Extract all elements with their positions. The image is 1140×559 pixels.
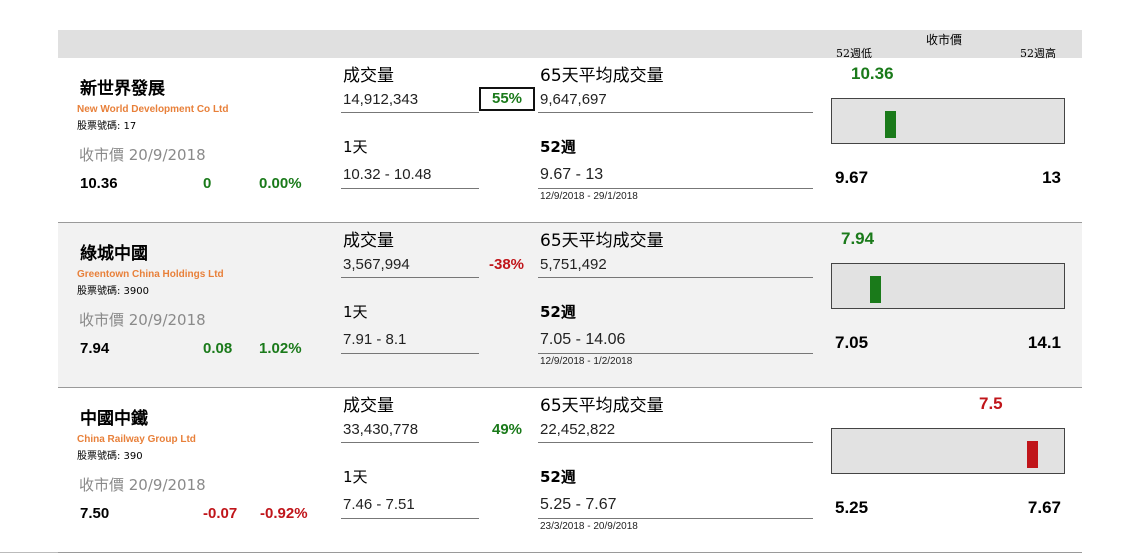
low-52w-value: 9.67	[835, 168, 869, 187]
stock-name-zh[interactable]: 中國中鐵	[80, 404, 148, 429]
day-range-value: 7.91 - 8.1	[343, 331, 407, 348]
range-52w-label: 52週	[540, 138, 576, 156]
price-change-pct: 1.02%	[259, 340, 302, 357]
day-range-label: 1天	[343, 468, 368, 486]
range-52w-label: 52週	[540, 303, 576, 321]
range-52w-value: 7.05 - 14.06	[540, 331, 626, 348]
price-change: 0.08	[203, 340, 233, 357]
low-52w-value: 5.25	[835, 498, 869, 517]
close-date-label: 收市價 20/9/2018	[79, 146, 206, 164]
price-marker	[870, 276, 881, 303]
close-price-header: 收市價	[926, 33, 963, 47]
close-price: 7.50	[80, 505, 110, 522]
stock-code: 股票號碼: 3900	[77, 286, 149, 297]
avg-volume-label: 65天平均成交量	[540, 231, 664, 251]
stock-name-zh[interactable]: 新世界發展	[80, 74, 165, 99]
day-range-value: 10.32 - 10.48	[343, 166, 432, 183]
avg-volume-label: 65天平均成交量	[540, 396, 664, 416]
range-52w-dates: 12/9/2018 - 1/2/2018	[540, 356, 633, 367]
stock-name-en[interactable]: New World Development Co Ltd	[77, 104, 229, 115]
day-range-label: 1天	[343, 303, 368, 321]
high-52w-value: 13	[1042, 168, 1061, 187]
stock-code: 股票號碼: 17	[77, 121, 137, 132]
close-date-label: 收市價 20/9/2018	[79, 476, 206, 494]
range-52w-value: 9.67 - 13	[540, 166, 604, 183]
last-price: 10.36	[851, 64, 894, 83]
volume-label: 成交量	[343, 231, 394, 251]
avg-volume-label: 65天平均成交量	[540, 66, 664, 86]
price-change-pct: 0.00%	[259, 175, 302, 192]
divider	[538, 277, 813, 278]
price-marker	[1027, 441, 1038, 468]
divider	[341, 188, 479, 189]
stock-code: 股票號碼: 390	[77, 451, 143, 462]
table-header: 收市價 52週低 52週高	[58, 30, 1082, 60]
avg-volume-value: 5,751,492	[540, 256, 607, 273]
range-52w-label: 52週	[540, 468, 576, 486]
stock-name-en[interactable]: China Railway Group Ltd	[77, 434, 196, 445]
last-price: 7.94	[841, 229, 875, 248]
range-52w-bar	[831, 428, 1065, 474]
volume-value: 14,912,343	[343, 91, 419, 108]
divider	[538, 353, 813, 354]
price-change: 0	[203, 175, 212, 192]
stock-row: 中國中鐵 China Railway Group Ltd 股票號碼: 390 收…	[58, 388, 1082, 553]
high-52w-value: 14.1	[1027, 333, 1061, 352]
range-52w-value: 5.25 - 7.67	[540, 496, 617, 513]
divider	[341, 112, 479, 113]
divider	[341, 353, 479, 354]
range-52w-bar	[831, 263, 1065, 309]
price-change-pct: -0.92%	[260, 505, 308, 522]
low-52w-value: 7.05	[835, 333, 869, 352]
volume-ratio: 55%	[479, 87, 535, 111]
divider	[341, 442, 479, 443]
close-price: 7.94	[80, 340, 110, 357]
stock-name-zh[interactable]: 綠城中國	[80, 239, 148, 264]
divider	[341, 277, 479, 278]
last-price: 7.5	[979, 394, 1003, 413]
range-52w-dates: 12/9/2018 - 29/1/2018	[540, 191, 638, 202]
divider	[538, 112, 813, 113]
divider	[538, 188, 813, 189]
volume-ratio: 49%	[492, 421, 523, 438]
high-52w-value: 7.67	[1027, 498, 1061, 517]
avg-volume-value: 22,452,822	[540, 421, 616, 438]
volume-value: 33,430,778	[343, 421, 419, 438]
stock-name-en[interactable]: Greentown China Holdings Ltd	[77, 269, 224, 280]
stock-row: 新世界發展 New World Development Co Ltd 股票號碼:…	[58, 58, 1082, 223]
divider	[341, 518, 479, 519]
stock-row: 綠城中國 Greentown China Holdings Ltd 股票號碼: …	[58, 223, 1082, 388]
volume-ratio: -38%	[489, 256, 525, 273]
price-marker	[885, 111, 896, 138]
close-date-label: 收市價 20/9/2018	[79, 311, 206, 329]
volume-label: 成交量	[343, 396, 394, 416]
day-range-value: 7.46 - 7.51	[343, 496, 415, 513]
volume-value: 3,567,994	[343, 256, 410, 273]
price-change: -0.07	[203, 505, 238, 522]
divider	[538, 442, 813, 443]
avg-volume-value: 9,647,697	[540, 91, 607, 108]
range-52w-bar	[831, 98, 1065, 144]
day-range-label: 1天	[343, 138, 368, 156]
range-52w-dates: 23/3/2018 - 20/9/2018	[540, 521, 638, 532]
divider	[538, 518, 813, 519]
volume-label: 成交量	[343, 66, 394, 86]
close-price: 10.36	[80, 175, 118, 192]
